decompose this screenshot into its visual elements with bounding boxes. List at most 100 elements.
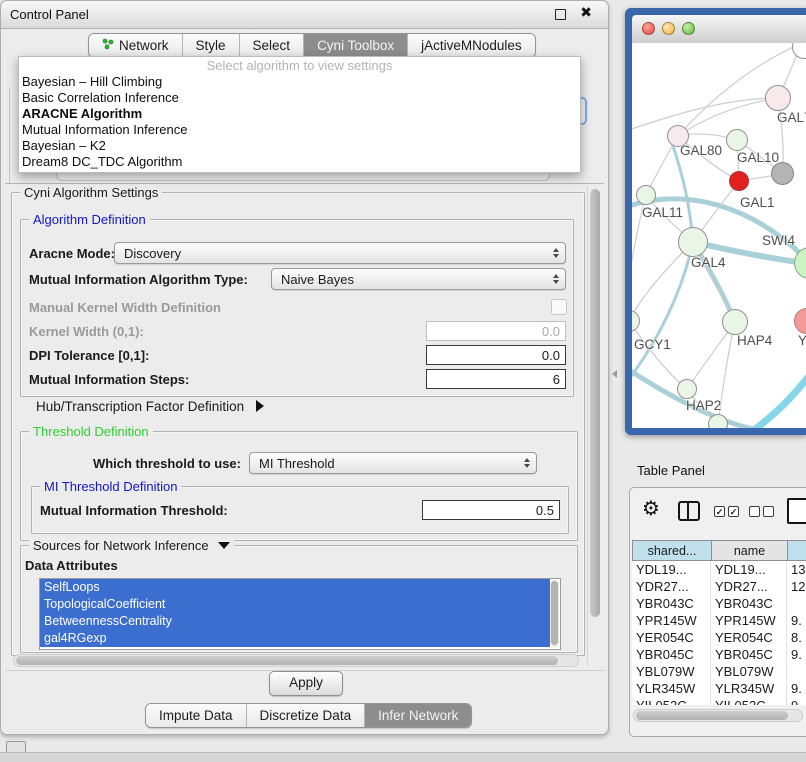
node-gal4[interactable] xyxy=(678,227,708,257)
popup-item-dream8[interactable]: Dream8 DC_TDC Algorithm xyxy=(19,154,580,170)
select-all-rows-icon[interactable]: ✓✓ xyxy=(714,506,739,517)
settings-horizontal-scrollbar-thumb[interactable] xyxy=(16,656,558,665)
column-header-cut[interactable] xyxy=(787,540,806,561)
network-canvas[interactable]: GAL7 GAL80 GAL10 GAL1 GAL11 SWI4 GAL4 GC… xyxy=(632,43,806,428)
network-window-titlebar[interactable] xyxy=(632,15,806,44)
attr-item-selfloops[interactable]: SelfLoops xyxy=(40,579,550,596)
dpi-tolerance-field[interactable]: 0.0 xyxy=(426,345,566,365)
panel-resize-handle[interactable] xyxy=(612,370,617,378)
cell: 13 xyxy=(787,561,806,578)
node-gal1[interactable] xyxy=(729,171,749,191)
tab-jactivemnodules-label: jActiveMNodules xyxy=(421,38,522,53)
kernel-width-field[interactable]: 0.0 xyxy=(426,321,566,341)
manual-kernel-label: Manual Kernel Width Definition xyxy=(29,300,221,315)
columns-icon[interactable] xyxy=(678,501,700,521)
settings-vertical-scrollbar[interactable] xyxy=(587,186,602,666)
export-table-icon[interactable] xyxy=(787,498,806,524)
dpi-tolerance-label: DPI Tolerance [0,1]: xyxy=(29,348,149,363)
cell xyxy=(787,663,806,680)
popup-item-basic-correlation[interactable]: Basic Correlation Inference xyxy=(19,90,580,106)
node-hap2[interactable] xyxy=(677,379,697,399)
mi-steps-field[interactable]: 6 xyxy=(426,369,566,389)
column-header-name[interactable]: name xyxy=(711,540,787,561)
node-label-gal7: GAL7 xyxy=(777,110,806,125)
kernel-width-label: Kernel Width (0,1): xyxy=(29,324,144,339)
settings-vertical-scrollbar-thumb[interactable] xyxy=(590,189,600,617)
table-row[interactable]: YBR045CYBR045C9. xyxy=(632,646,806,663)
float-window-icon[interactable] xyxy=(555,9,566,20)
node-label-hap4: HAP4 xyxy=(737,333,772,348)
tab-network[interactable]: Network xyxy=(89,34,183,57)
zoom-traffic-light[interactable] xyxy=(682,22,695,35)
node-gal11[interactable] xyxy=(636,185,656,205)
aracne-mode-combo[interactable]: Discovery xyxy=(114,242,566,264)
node-label-gal1: GAL1 xyxy=(740,195,775,210)
node-hap4[interactable] xyxy=(722,309,748,335)
attr-item-topological[interactable]: TopologicalCoefficient xyxy=(40,596,550,613)
tab-style[interactable]: Style xyxy=(183,34,240,57)
gear-icon[interactable]: ⚙ xyxy=(642,496,660,520)
minimize-traffic-light[interactable] xyxy=(662,22,675,35)
node-gal10[interactable] xyxy=(726,129,748,151)
threshold-definition-group: Threshold Definition Which threshold to … xyxy=(20,431,578,541)
node-bottom[interactable] xyxy=(708,414,728,428)
cyni-settings-group-title: Cyni Algorithm Settings xyxy=(20,185,162,200)
status-strip xyxy=(0,752,806,762)
table-row[interactable]: YER054CYER054C8. xyxy=(632,629,806,646)
expand-arrow-icon[interactable] xyxy=(256,400,264,412)
close-traffic-light[interactable] xyxy=(642,22,655,35)
node-label-swi4: SWI4 xyxy=(762,233,795,248)
control-panel-window: Control Panel ✖ Network Style Select Cy xyxy=(0,0,609,735)
settings-horizontal-scrollbar[interactable] xyxy=(13,654,579,667)
cell: YBL079W xyxy=(711,663,787,680)
table-row[interactable]: YBR043CYBR043C xyxy=(632,595,806,612)
table-row[interactable]: YLR345WYLR345W9. xyxy=(632,680,806,697)
node-label-gal4: GAL4 xyxy=(691,255,726,270)
popup-item-mutual-information[interactable]: Mutual Information Inference xyxy=(19,122,580,138)
attributes-scrollbar-thumb[interactable] xyxy=(551,581,558,645)
table-panel: ⚙ ✓✓ shared... name YDL19...YDL19...13 Y… xyxy=(629,487,806,737)
node-label-y: Y xyxy=(798,333,806,348)
sources-title-text: Sources for Network Inference xyxy=(33,538,209,553)
attributes-scrollbar[interactable] xyxy=(550,580,559,647)
tab-jactivemnodules[interactable]: jActiveMNodules xyxy=(408,34,535,57)
tab-infer-network[interactable]: Infer Network xyxy=(365,704,471,727)
cell: 9. xyxy=(787,680,806,697)
attr-item-betweenness[interactable]: BetweennessCentrality xyxy=(40,613,550,630)
table-row[interactable]: YDL19...YDL19...13 xyxy=(632,561,806,578)
manual-kernel-checkbox[interactable] xyxy=(551,299,567,315)
node-gal7[interactable] xyxy=(765,85,791,111)
popup-item-bayesian-hill[interactable]: Bayesian – Hill Climbing xyxy=(19,74,580,90)
tab-select[interactable]: Select xyxy=(240,34,305,57)
table-horizontal-scrollbar-thumb[interactable] xyxy=(636,711,788,720)
hub-definition-header[interactable]: Hub/Transcription Factor Definition xyxy=(36,399,264,414)
apply-button[interactable]: Apply xyxy=(269,671,343,696)
tab-cyni-toolbox[interactable]: Cyni Toolbox xyxy=(304,34,408,57)
control-panel-titlebar[interactable]: Control Panel ✖ xyxy=(1,1,608,29)
mi-threshold-field[interactable]: 0.5 xyxy=(422,500,560,520)
tab-discretize-data[interactable]: Discretize Data xyxy=(247,704,366,727)
data-attributes-list[interactable]: SelfLoops TopologicalCoefficient Between… xyxy=(39,578,561,650)
cell: YDL19... xyxy=(632,561,711,578)
popup-item-aracne[interactable]: ARACNE Algorithm xyxy=(19,106,580,122)
popup-item-bayesian-k2[interactable]: Bayesian – K2 xyxy=(19,138,580,154)
tab-impute-data[interactable]: Impute Data xyxy=(146,704,247,727)
network-view-window: GAL7 GAL80 GAL10 GAL1 GAL11 SWI4 GAL4 GC… xyxy=(625,8,806,435)
mi-type-combo[interactable]: Naive Bayes xyxy=(271,268,566,290)
deselect-all-rows-icon[interactable] xyxy=(749,506,774,517)
collapse-arrow-icon[interactable] xyxy=(218,542,230,549)
node-gray[interactable] xyxy=(771,162,794,185)
popup-placeholder: Select algorithm to view settings xyxy=(19,58,580,74)
cell: YIL052C xyxy=(711,697,787,705)
table-row[interactable]: YBL079WYBL079W xyxy=(632,663,806,680)
column-header-shared-name[interactable]: shared... xyxy=(632,540,711,561)
table-row[interactable]: YPR145WYPR145W9. xyxy=(632,612,806,629)
which-threshold-combo[interactable]: MI Threshold xyxy=(249,452,537,474)
attr-item-gal4rgexp[interactable]: gal4RGexp xyxy=(40,630,550,647)
table-horizontal-scrollbar[interactable] xyxy=(633,709,803,722)
table-row[interactable]: YIL052CYIL052C9 xyxy=(632,697,806,705)
combo-arrows-icon xyxy=(553,274,559,284)
table-row[interactable]: YDR27...YDR27...12 xyxy=(632,578,806,595)
close-icon[interactable]: ✖ xyxy=(580,5,592,21)
node-table: shared... name YDL19...YDL19...13 YDR27.… xyxy=(632,540,806,705)
